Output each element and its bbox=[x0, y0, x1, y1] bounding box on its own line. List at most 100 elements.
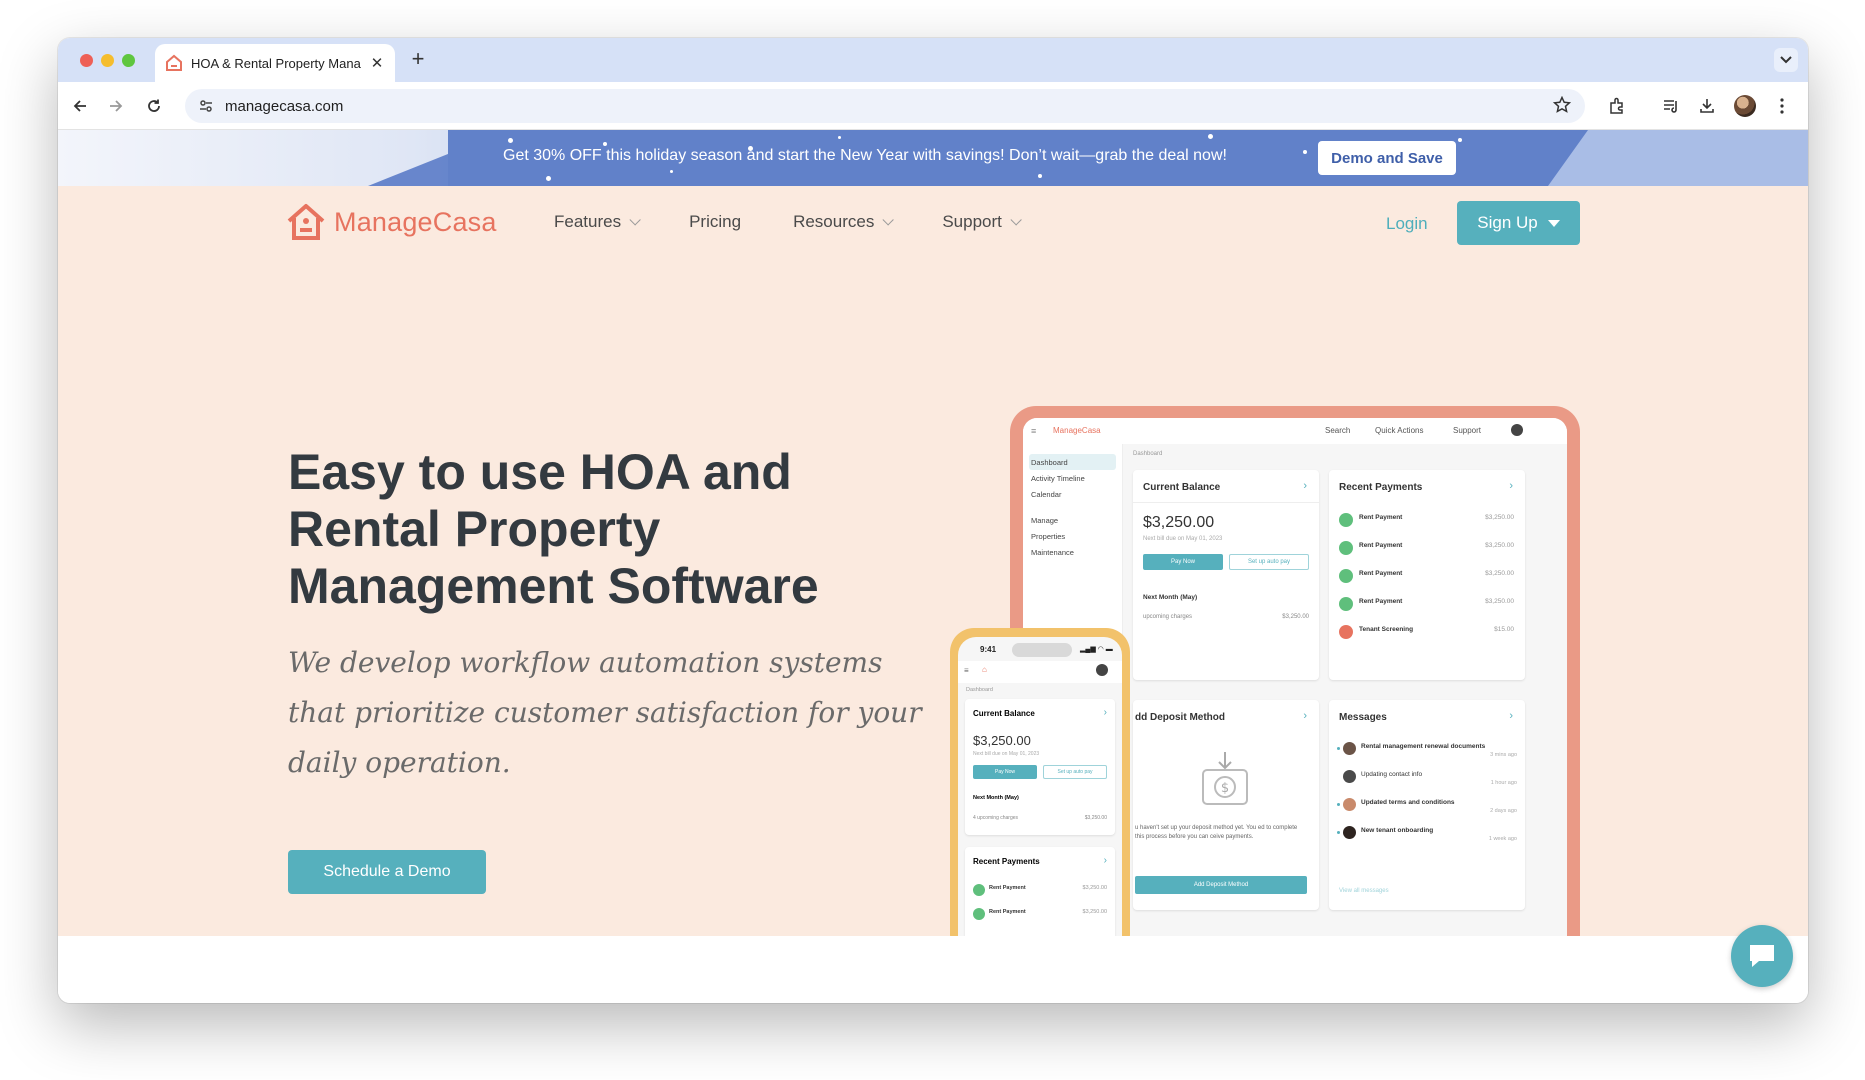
arrow-right-icon bbox=[110, 100, 123, 112]
chat-widget-button[interactable] bbox=[1731, 925, 1793, 987]
main-nav: Features Pricing Resources Support bbox=[554, 212, 1070, 232]
schedule-demo-button[interactable]: Schedule a Demo bbox=[288, 850, 486, 894]
site-content: ManageCasa Features Pricing Resources Su… bbox=[58, 186, 1808, 936]
auto-pay-button: Set up auto pay bbox=[1043, 765, 1107, 779]
tab-strip: HOA & Rental Property Mana ✕ + bbox=[58, 38, 1808, 82]
payment-label: Rent Payment bbox=[989, 909, 1026, 915]
payment-amount: $3,250.00 bbox=[1082, 885, 1107, 891]
chevron-down-icon bbox=[629, 214, 641, 226]
extensions-icon[interactable] bbox=[1605, 94, 1629, 118]
tablet-breadcrumb: Dashboard bbox=[1133, 451, 1163, 457]
message-subject: Updating contact info bbox=[1361, 771, 1423, 778]
payment-amount: $3,250.00 bbox=[1485, 598, 1514, 605]
phone-status-icons: ▂▄▆ ◠ ▬ bbox=[1080, 646, 1113, 653]
next-month-label: Next Month (May) bbox=[1143, 594, 1198, 601]
arrow-left-icon bbox=[73, 100, 86, 112]
message-row: Updating contact info 1 hour ago bbox=[1337, 770, 1517, 790]
promo-text: Get 30% OFF this holiday season and star… bbox=[503, 147, 1227, 164]
message-subject: New tenant onboarding bbox=[1361, 827, 1434, 834]
tab-search-button[interactable] bbox=[1774, 48, 1798, 72]
downloads-icon[interactable] bbox=[1695, 94, 1719, 118]
nav-pricing[interactable]: Pricing bbox=[689, 212, 741, 232]
tablet-nav-manage: Manage bbox=[1031, 515, 1059, 525]
phone-time: 9:41 bbox=[980, 645, 997, 654]
card-title: Messages bbox=[1339, 712, 1387, 723]
promo-banner: Get 30% OFF this holiday season and star… bbox=[58, 130, 1808, 186]
tablet-nav-activity: Activity Timeline bbox=[1031, 473, 1085, 483]
address-bar[interactable]: managecasa.com bbox=[185, 89, 1585, 123]
nav-features[interactable]: Features bbox=[554, 212, 641, 232]
nav-resources[interactable]: Resources bbox=[793, 212, 895, 232]
add-deposit-button: Add Deposit Method bbox=[1135, 876, 1307, 894]
nav-label: Resources bbox=[793, 212, 875, 231]
balance-amount: $3,250.00 bbox=[1143, 514, 1215, 531]
reload-button[interactable] bbox=[142, 94, 166, 118]
bookmark-star-icon[interactable] bbox=[1552, 95, 1572, 119]
chevron-right-icon: › bbox=[1509, 480, 1513, 492]
back-button[interactable] bbox=[68, 94, 92, 118]
chevron-down-icon bbox=[882, 214, 895, 226]
message-subject: Rental management renewal documents bbox=[1361, 743, 1486, 750]
demo-and-save-button[interactable]: Demo and Save bbox=[1318, 141, 1456, 175]
message-time: 1 week ago bbox=[1488, 836, 1517, 842]
tablet-topbar: ≡ ManageCasa Search Quick Actions Suppor… bbox=[1023, 418, 1567, 444]
login-link[interactable]: Login bbox=[1386, 214, 1428, 234]
tab-close-icon[interactable]: ✕ bbox=[369, 54, 385, 72]
card-title: dd Deposit Method bbox=[1135, 712, 1225, 723]
tablet-nav-maintenance: Maintenance bbox=[1031, 547, 1074, 557]
browser-tab[interactable]: HOA & Rental Property Mana ✕ bbox=[155, 44, 395, 82]
tablet-search: Search bbox=[1325, 426, 1351, 435]
deposit-text: u haven't set up your deposit method yet… bbox=[1135, 825, 1298, 840]
payment-label: Rent Payment bbox=[1359, 542, 1403, 549]
tablet-balance-card: Current Balance › $3,250.00 Next bill du… bbox=[1133, 470, 1319, 680]
nav-label: Pricing bbox=[689, 212, 742, 231]
minimize-window-button[interactable] bbox=[101, 54, 114, 67]
phone-notch bbox=[1012, 643, 1072, 657]
payment-row: Rent Payment $3,250.00 bbox=[973, 883, 1107, 901]
payment-row: Rent Payment $3,250.00 bbox=[1339, 540, 1514, 558]
house-logo-icon bbox=[287, 204, 325, 240]
chevron-down-icon bbox=[1780, 56, 1792, 64]
chevron-right-icon: › bbox=[1103, 855, 1107, 866]
caret-down-icon bbox=[1547, 219, 1560, 227]
upcoming-amount: $3,250.00 bbox=[1282, 614, 1309, 620]
chat-icon bbox=[1750, 945, 1774, 967]
upcoming-label: 4 upcoming charges bbox=[973, 815, 1019, 821]
payment-amount: $15.00 bbox=[1494, 626, 1514, 633]
close-window-button[interactable] bbox=[80, 54, 93, 67]
site-logo[interactable]: ManageCasa bbox=[286, 203, 497, 241]
upcoming-amount: $3,250.00 bbox=[1084, 815, 1107, 821]
balance-due: Next bill due on May 01, 2023 bbox=[973, 751, 1040, 757]
payment-row: Rent Payment $3,250.00 bbox=[973, 907, 1107, 925]
media-controls-icon[interactable] bbox=[1659, 94, 1683, 118]
forward-button[interactable] bbox=[104, 94, 128, 118]
tablet-nav-calendar: Calendar bbox=[1031, 489, 1062, 499]
upcoming-label: upcoming charges bbox=[1143, 614, 1193, 620]
house-favicon-icon bbox=[165, 54, 183, 72]
tablet-quick-actions: Quick Actions bbox=[1375, 426, 1424, 435]
payment-amount: $3,250.00 bbox=[1082, 909, 1107, 915]
profile-avatar[interactable] bbox=[1733, 94, 1757, 118]
balance-amount: $3,250.00 bbox=[973, 733, 1031, 748]
maximize-window-button[interactable] bbox=[122, 54, 135, 67]
browser-menu-icon[interactable] bbox=[1770, 94, 1794, 118]
payment-amount: $3,250.00 bbox=[1485, 570, 1514, 577]
hero-headline: Easy to use HOA and Rental Property Mana… bbox=[288, 444, 819, 614]
tablet-deposit-card: dd Deposit Method › $ u haven't set up y… bbox=[1133, 700, 1319, 910]
chevron-right-icon: › bbox=[1303, 480, 1307, 492]
browser-toolbar: managecasa.com bbox=[58, 82, 1808, 130]
card-title: Recent Payments bbox=[973, 857, 1040, 866]
phone-balance-card: Current Balance › $3,250.00 Next bill du… bbox=[965, 699, 1115, 835]
site-settings-icon[interactable] bbox=[197, 97, 215, 115]
signup-button[interactable]: Sign Up bbox=[1457, 201, 1580, 245]
menu-icon: ≡ bbox=[964, 666, 969, 675]
message-time: 1 hour ago bbox=[1490, 780, 1517, 786]
nav-label: Features bbox=[554, 212, 622, 231]
auto-pay-button: Set up auto pay bbox=[1229, 554, 1309, 570]
message-time: 2 days ago bbox=[1490, 808, 1517, 814]
payment-label: Tenant Screening bbox=[1359, 626, 1414, 633]
chevron-down-icon bbox=[1010, 214, 1022, 226]
nav-support[interactable]: Support bbox=[942, 212, 1022, 232]
phone-screen: 9:41 ▂▄▆ ◠ ▬ ≡ ⌂ Dashboard Current Balan… bbox=[958, 637, 1122, 936]
new-tab-button[interactable]: + bbox=[406, 48, 430, 72]
